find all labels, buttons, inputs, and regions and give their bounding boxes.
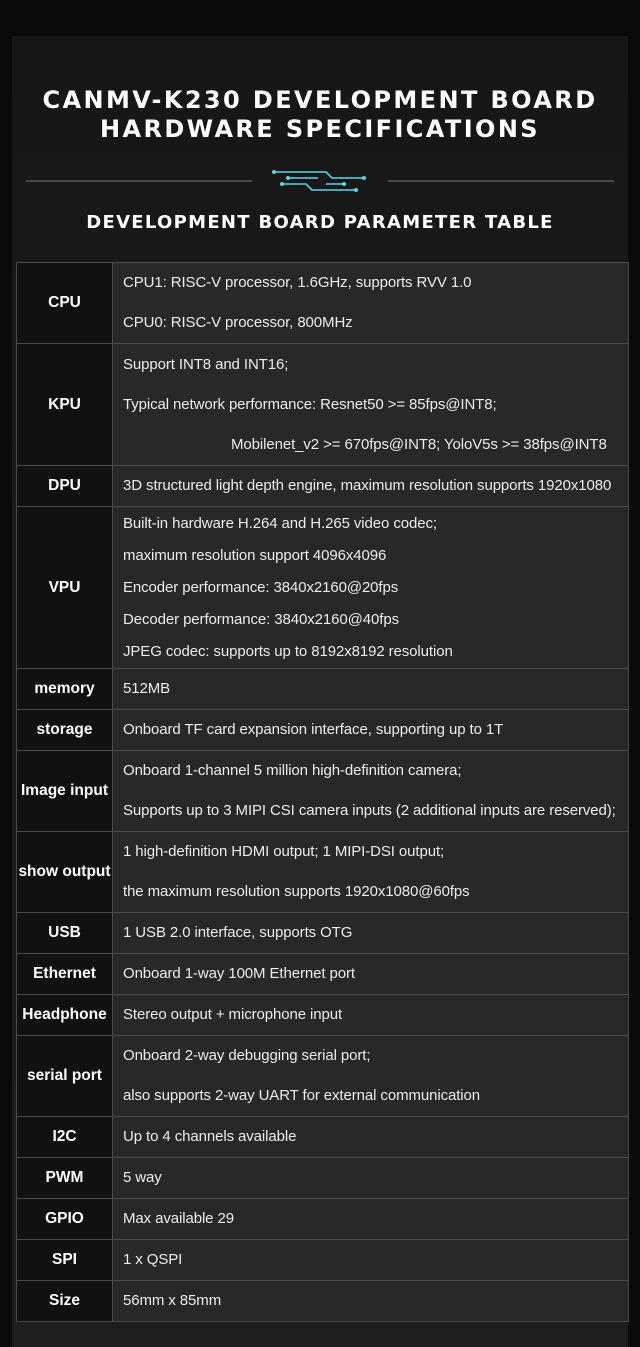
spec-label: Image input	[16, 750, 113, 832]
spec-label: GPIO	[16, 1198, 113, 1240]
spec-value-line: Onboard TF card expansion interface, sup…	[123, 721, 504, 738]
spec-row: memory 512MB	[16, 668, 629, 710]
spec-row: USB 1 USB 2.0 interface, supports OTG	[16, 912, 629, 954]
spec-label: I2C	[16, 1116, 113, 1158]
spec-values: Onboard 1-way 100M Ethernet port	[112, 953, 629, 995]
spec-label: USB	[16, 912, 113, 954]
spec-value-line: Onboard 2-way debugging serial port;	[123, 1047, 371, 1064]
spec-row: VPU Built-in hardware H.264 and H.265 vid…	[16, 506, 629, 669]
spec-value-line: 512MB	[123, 680, 171, 697]
spec-value-line: Built-in hardware H.264 and H.265 video …	[123, 514, 437, 532]
spec-values: 512MB	[112, 668, 629, 710]
title-line-2: HARDWARE SPECIFICATIONS	[100, 115, 540, 143]
spec-values: 56mm x 85mm	[112, 1280, 629, 1322]
spec-values: 1 x QSPI	[112, 1239, 629, 1281]
spec-value-line: 1 x QSPI	[123, 1251, 183, 1268]
page-title: CANMV-K230 DEVELOPMENT BOARD HARDWARE SP…	[0, 86, 640, 144]
spec-value-line: CPU0: RISC-V processor, 800MHz	[123, 314, 353, 331]
spec-row: Headphone Stereo output + microphone inpu…	[16, 994, 629, 1036]
spec-row: storage Onboard TF card expansion interfa…	[16, 709, 629, 751]
spec-values: Support INT8 and INT16; Typical network p…	[112, 343, 629, 466]
spec-row: PWM 5 way	[16, 1157, 629, 1199]
spec-value-line: maximum resolution support 4096x4096	[123, 546, 387, 564]
spec-values: Built-in hardware H.264 and H.265 video …	[112, 506, 629, 669]
spec-label: KPU	[16, 343, 113, 466]
spec-value-line: Up to 4 channels available	[123, 1128, 297, 1145]
spec-value-line: Onboard 1-channel 5 million high-definit…	[123, 762, 462, 779]
parameter-table: CPU CPU1: RISC-V processor, 1.6GHz, suppo…	[16, 262, 629, 1322]
spec-value-line: the maximum resolution supports 1920x108…	[123, 883, 470, 900]
spec-label: show output	[16, 831, 113, 913]
spec-value-line: 1 high-definition HDMI output; 1 MIPI-DS…	[123, 843, 445, 860]
spec-row: I2C Up to 4 channels available	[16, 1116, 629, 1158]
spec-row: Image input Onboard 1-channel 5 million h…	[16, 750, 629, 832]
spec-value-line: also supports 2-way UART for external co…	[123, 1087, 481, 1104]
spec-value-line: Support INT8 and INT16;	[123, 355, 289, 373]
spec-value-line: JPEG codec: supports up to 8192x8192 res…	[123, 642, 453, 660]
spec-value-line: Typical network performance: Resnet50 >=…	[123, 395, 497, 413]
spec-label: Ethernet	[16, 953, 113, 995]
spec-row: Ethernet Onboard 1-way 100M Ethernet port	[16, 953, 629, 995]
spec-row: show output 1 high-definition HDMI output…	[16, 831, 629, 913]
spec-values: Onboard TF card expansion interface, sup…	[112, 709, 629, 751]
spec-value-line: CPU1: RISC-V processor, 1.6GHz, supports…	[123, 274, 472, 291]
circuit-divider	[26, 170, 614, 192]
title-line-1: CANMV-K230 DEVELOPMENT BOARD	[42, 86, 598, 114]
spec-value-line: Max available 29	[123, 1210, 234, 1227]
spec-row: CPU CPU1: RISC-V processor, 1.6GHz, suppo…	[16, 262, 629, 344]
spec-values: Up to 4 channels available	[112, 1116, 629, 1158]
spec-values: CPU1: RISC-V processor, 1.6GHz, supports…	[112, 262, 629, 344]
spec-values: Onboard 2-way debugging serial port; also…	[112, 1035, 629, 1117]
spec-values: Max available 29	[112, 1198, 629, 1240]
spec-label: Headphone	[16, 994, 113, 1036]
spec-row: serial port Onboard 2-way debugging seria…	[16, 1035, 629, 1117]
spec-value-line: 56mm x 85mm	[123, 1292, 222, 1309]
spec-value-line: 3D structured light depth engine, maximu…	[123, 477, 612, 494]
spec-value-line: Onboard 1-way 100M Ethernet port	[123, 965, 355, 982]
spec-row: DPU 3D structured light depth engine, max…	[16, 465, 629, 507]
spec-values: Stereo output + microphone input	[112, 994, 629, 1036]
spec-label: SPI	[16, 1239, 113, 1281]
spec-row: SPI 1 x QSPI	[16, 1239, 629, 1281]
spec-label: Size	[16, 1280, 113, 1322]
spec-value-line: Stereo output + microphone input	[123, 1006, 343, 1023]
spec-row: Size 56mm x 85mm	[16, 1280, 629, 1322]
spec-label: memory	[16, 668, 113, 710]
spec-value-line: Mobilenet_v2 >= 670fps@INT8; YoloV5s >= …	[231, 435, 607, 453]
spec-label: DPU	[16, 465, 113, 507]
spec-values: 3D structured light depth engine, maximu…	[112, 465, 629, 507]
spec-value-line: 5 way	[123, 1169, 162, 1186]
spec-row: GPIO Max available 29	[16, 1198, 629, 1240]
spec-values: 1 high-definition HDMI output; 1 MIPI-DS…	[112, 831, 629, 913]
spec-label: CPU	[16, 262, 113, 344]
spec-label: VPU	[16, 506, 113, 669]
spec-values: 1 USB 2.0 interface, supports OTG	[112, 912, 629, 954]
spec-values: Onboard 1-channel 5 million high-definit…	[112, 750, 629, 832]
spec-label: storage	[16, 709, 113, 751]
spec-value-line: Decoder performance: 3840x2160@40fps	[123, 610, 399, 628]
spec-label: serial port	[16, 1035, 113, 1117]
table-subtitle: DEVELOPMENT BOARD PARAMETER TABLE	[86, 212, 554, 233]
spec-values: 5 way	[112, 1157, 629, 1199]
spec-value-line: 1 USB 2.0 interface, supports OTG	[123, 924, 353, 941]
spec-value-line: Supports up to 3 MIPI CSI camera inputs …	[123, 802, 616, 819]
spec-value-line: Encoder performance: 3840x2160@20fps	[123, 578, 399, 596]
circuit-trace-icon	[274, 171, 364, 191]
spec-label: PWM	[16, 1157, 113, 1199]
spec-row: KPU Support INT8 and INT16; Typical networ…	[16, 343, 629, 466]
